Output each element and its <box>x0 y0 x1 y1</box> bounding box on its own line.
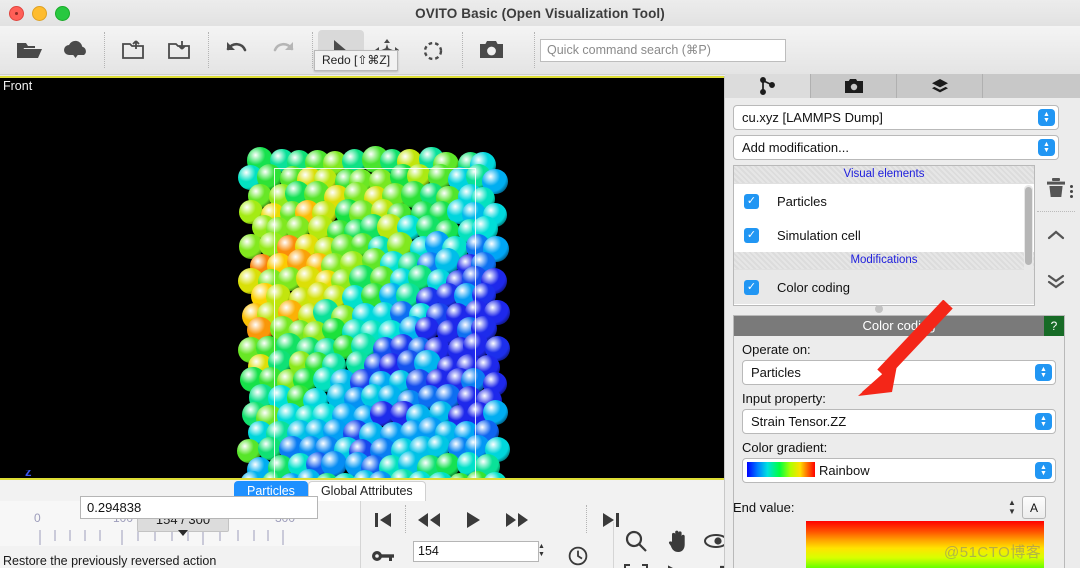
toolbar-group-search: Quick command search (⌘P) <box>534 26 792 74</box>
previous-frame-button[interactable] <box>407 503 451 537</box>
input-property-value: Strain Tensor.ZZ <box>751 414 847 429</box>
chevron-updown-icon[interactable]: ▲ ▼ <box>1035 462 1052 479</box>
color-coding-panel-title: Color coding ? <box>734 316 1064 336</box>
chevron-double-down-icon[interactable] <box>1037 258 1075 304</box>
title-bar: OVITO Basic (Open Visualization Tool) <box>0 0 1080 27</box>
tab-global-attributes[interactable]: Global Attributes <box>307 481 426 501</box>
chevron-up-icon[interactable] <box>1037 211 1075 258</box>
minimize-window-button[interactable] <box>32 6 47 21</box>
pipeline-side-buttons <box>1037 165 1075 304</box>
panel-splitter-handle[interactable] <box>875 305 883 313</box>
animation-settings-button[interactable] <box>556 539 600 568</box>
render-camera-icon[interactable] <box>468 30 514 70</box>
close-window-button[interactable] <box>9 6 24 21</box>
zoom-scene-extents-icon[interactable] <box>614 558 658 568</box>
command-panel-tabs <box>725 74 1080 98</box>
ovito-window: OVITO Basic (Open Visualization Tool) Qu… <box>0 0 1080 568</box>
end-value-input[interactable]: 0.294838 <box>80 496 318 519</box>
pipeline-item-simulation-cell[interactable]: ✓ Simulation cell <box>734 218 1034 252</box>
timeline-tick-label-0: 0 <box>34 511 41 525</box>
chevron-updown-icon[interactable]: ▲ ▼ <box>1038 139 1055 156</box>
timeline-caret-icon <box>178 530 188 536</box>
layers-icon[interactable] <box>897 74 983 98</box>
toolbar-group-undo <box>208 26 312 74</box>
chevron-updown-icon[interactable]: ▲ ▼ <box>1035 413 1052 430</box>
input-property-combo[interactable]: Strain Tensor.ZZ ▲ ▼ <box>742 409 1056 434</box>
color-gradient-label: Color gradient: <box>742 440 828 455</box>
operate-on-label: Operate on: <box>742 342 811 357</box>
adjust-range-button[interactable]: A <box>1022 496 1046 519</box>
viewport-nav-tools <box>613 522 728 568</box>
load-session-icon[interactable] <box>156 30 202 70</box>
camera-icon[interactable] <box>811 74 897 98</box>
window-controls <box>9 6 70 21</box>
checkbox-particles[interactable]: ✓ <box>744 193 759 209</box>
open-file-icon[interactable] <box>6 30 52 70</box>
status-bar-message: Restore the previously reversed action <box>3 554 217 568</box>
pipeline-item-label: Color coding <box>777 279 850 295</box>
window-title: OVITO Basic (Open Visualization Tool) <box>415 5 665 21</box>
end-value-label: End value: <box>733 500 795 515</box>
toolbar-group-render <box>462 26 520 74</box>
help-button[interactable]: ? <box>1044 316 1064 336</box>
chevron-updown-icon[interactable]: ▲ ▼ <box>1038 109 1055 126</box>
command-panel: cu.xyz [LAMMPS Dump] ▲ ▼ Add modification… <box>724 74 1080 568</box>
pipeline-item-color-coding[interactable]: ✓ Color coding <box>734 270 1034 304</box>
rotate-icon[interactable] <box>410 30 456 70</box>
end-value-spinner[interactable]: ▲ ▼ <box>1005 496 1019 517</box>
first-frame-button[interactable] <box>361 503 405 537</box>
pipeline-branch-icon[interactable] <box>725 74 811 98</box>
pipeline-list-scrollbar[interactable] <box>1024 185 1033 285</box>
download-remote-icon[interactable] <box>52 30 98 70</box>
pipeline-item-atomic-strain[interactable]: ✓ Atomic strain <box>734 304 1034 305</box>
search-input[interactable]: Quick command search (⌘P) <box>540 38 786 62</box>
panel-title-text: Color coding <box>862 318 936 333</box>
data-source-combo[interactable]: cu.xyz [LAMMPS Dump] ▲ ▼ <box>733 105 1059 130</box>
add-modification-label: Add modification... <box>742 140 849 155</box>
zoom-tool-icon[interactable] <box>614 524 658 558</box>
color-gradient-combo[interactable]: Rainbow ▲ ▼ <box>742 458 1056 483</box>
pipeline-item-label: Particles <box>777 193 827 209</box>
pipeline-item-label: Simulation cell <box>777 227 861 243</box>
maximize-window-button[interactable] <box>55 6 70 21</box>
data-source-label: cu.xyz [LAMMPS Dump] <box>742 110 883 125</box>
input-property-label: Input property: <box>742 391 826 406</box>
pipeline-editor-list[interactable]: Visual elements ✓ Particles ✓ Simulation… <box>733 165 1035 306</box>
checkbox-color-coding[interactable]: ✓ <box>744 279 759 295</box>
play-button[interactable] <box>451 503 495 537</box>
checkbox-simulation-cell[interactable]: ✓ <box>744 227 759 243</box>
tabbar-filler <box>983 74 1080 98</box>
operate-on-combo[interactable]: Particles ▲ ▼ <box>742 360 1056 385</box>
toolbar-group-file <box>0 26 104 74</box>
operate-on-value: Particles <box>751 365 801 380</box>
save-session-icon[interactable] <box>110 30 156 70</box>
viewport-front[interactable]: Front z x y <box>0 76 724 480</box>
simulation-cell-box <box>274 168 476 480</box>
undo-icon[interactable] <box>214 30 260 70</box>
chevron-updown-icon[interactable]: ▲ ▼ <box>1035 364 1052 381</box>
section-header-modifications: Modifications <box>734 252 1034 270</box>
next-frame-button[interactable] <box>495 503 539 537</box>
redo-icon[interactable] <box>260 30 306 70</box>
toolbar-group-session <box>104 26 208 74</box>
trash-icon[interactable] <box>1037 165 1075 211</box>
section-header-visual-elements: Visual elements <box>734 166 1034 184</box>
data-inspector: Particles Global Attributes 0 154 / 300 … <box>0 478 728 568</box>
add-modification-combo[interactable]: Add modification... ▲ ▼ <box>733 135 1059 160</box>
pipeline-item-particles[interactable]: ✓ Particles <box>734 184 1034 218</box>
rainbow-gradient-swatch <box>747 462 815 477</box>
watermark-text: @51CTO博客 <box>944 544 1042 561</box>
redo-tooltip: Redo [⇧⌘Z] <box>314 50 399 71</box>
main-toolbar: Quick command search (⌘P) <box>0 26 1080 75</box>
